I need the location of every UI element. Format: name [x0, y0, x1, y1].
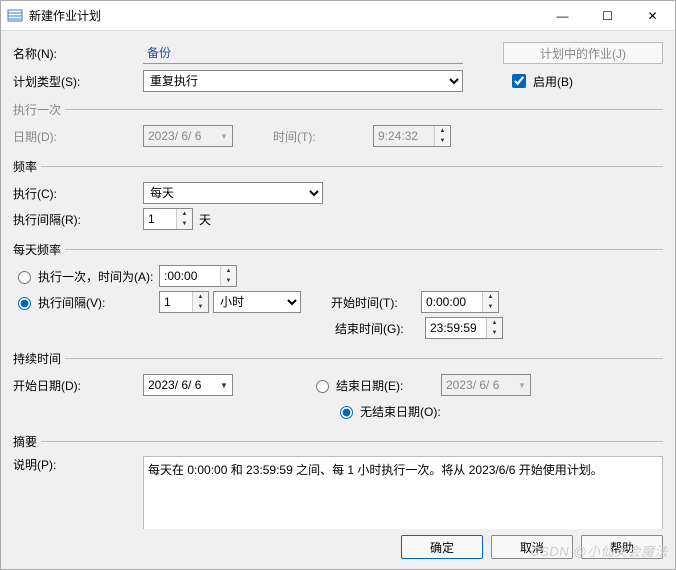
- spin-down-icon: ▼: [435, 136, 450, 146]
- spin-down-icon[interactable]: ▼: [177, 219, 192, 229]
- once-group: 执行一次 日期(D): ▼ 时间(T): ▲▼: [13, 101, 663, 150]
- daily-group: 每天频率 执行一次，时间为(A): ▲▼ 执行间隔(V): ▲▼: [13, 241, 663, 342]
- enable-label: 启用(B): [533, 73, 573, 90]
- duration-legend: 持续时间: [13, 350, 65, 367]
- summary-legend: 摘要: [13, 433, 41, 450]
- exec-label: 执行(C):: [13, 185, 143, 202]
- dur-end-picker: ▼: [441, 374, 531, 396]
- freq-legend: 频率: [13, 158, 41, 175]
- name-label: 名称(N):: [13, 45, 143, 62]
- chevron-down-icon: ▼: [216, 126, 232, 146]
- ok-button[interactable]: 确定: [401, 535, 483, 559]
- summary-group: 摘要 说明(P): 每天在 0:00:00 和 23:59:59 之间、每 1 …: [13, 433, 663, 529]
- chevron-down-icon[interactable]: ▼: [216, 375, 232, 395]
- spin-down-icon[interactable]: ▼: [487, 328, 502, 338]
- daily-start-spinner[interactable]: ▲▼: [421, 291, 499, 313]
- app-icon: [7, 8, 23, 24]
- daily-legend: 每天频率: [13, 241, 65, 258]
- once-time-spinner: ▲▼: [373, 125, 451, 147]
- once-date-label: 日期(D):: [13, 128, 143, 145]
- no-end-date-radio[interactable]: 无结束日期(O):: [335, 403, 465, 420]
- spin-up-icon[interactable]: ▲: [193, 292, 208, 302]
- duration-group: 持续时间 开始日期(D): ▼ 结束日期(E): ▼: [13, 350, 663, 425]
- dur-start-picker[interactable]: ▼: [143, 374, 233, 396]
- spin-up-icon: ▲: [435, 126, 450, 136]
- freq-group: 频率 执行(C): 每天 执行间隔(R): ▲▼ 天: [13, 158, 663, 233]
- close-button[interactable]: ✕: [630, 1, 675, 31]
- daily-interval-spinner[interactable]: ▲▼: [159, 291, 209, 313]
- once-time-label: 时间(T):: [273, 128, 343, 145]
- daily-once-radio[interactable]: 执行一次，时间为(A):: [13, 268, 159, 285]
- once-date-picker: ▼: [143, 125, 233, 147]
- name-input[interactable]: [143, 42, 463, 64]
- exec-select[interactable]: 每天: [143, 182, 323, 204]
- desc-text: 每天在 0:00:00 和 23:59:59 之间、每 1 小时执行一次。将从 …: [143, 456, 663, 529]
- spin-up-icon[interactable]: ▲: [483, 292, 498, 302]
- spin-up-icon[interactable]: ▲: [177, 209, 192, 219]
- daily-start-label: 开始时间(T):: [331, 294, 421, 311]
- cancel-button[interactable]: 取消: [491, 535, 573, 559]
- enable-input[interactable]: [512, 74, 526, 88]
- content-area: 名称(N): 计划中的作业(J) 计划类型(S): 重复执行 启用(B) 执行一…: [1, 31, 675, 529]
- freq-interval-spinner[interactable]: ▲▼: [143, 208, 193, 230]
- freq-interval-label: 执行间隔(R):: [13, 211, 143, 228]
- daily-once-time[interactable]: ▲▼: [159, 265, 237, 287]
- window-title: 新建作业计划: [29, 7, 540, 24]
- dialog-window: 新建作业计划 — ☐ ✕ 名称(N): 计划中的作业(J) 计划类型(S): 重…: [0, 0, 676, 570]
- end-date-radio[interactable]: 结束日期(E):: [311, 377, 441, 394]
- once-legend: 执行一次: [13, 101, 65, 118]
- plan-type-select[interactable]: 重复执行: [143, 70, 463, 92]
- plan-type-label: 计划类型(S):: [13, 73, 143, 90]
- minimize-button[interactable]: —: [540, 1, 585, 31]
- desc-label: 说明(P):: [13, 456, 143, 473]
- spin-down-icon[interactable]: ▼: [483, 302, 498, 312]
- chevron-down-icon: ▼: [514, 375, 530, 395]
- button-bar: 确定 取消 帮助: [1, 529, 675, 569]
- daily-end-label: 结束时间(G):: [335, 320, 425, 337]
- spin-up-icon[interactable]: ▲: [487, 318, 502, 328]
- freq-interval-unit: 天: [199, 211, 211, 228]
- daily-interval-unit[interactable]: 小时: [213, 291, 301, 313]
- spin-down-icon[interactable]: ▼: [221, 276, 236, 286]
- enable-checkbox[interactable]: 启用(B): [508, 71, 573, 91]
- titlebar: 新建作业计划 — ☐ ✕: [1, 1, 675, 31]
- dur-start-label: 开始日期(D):: [13, 377, 143, 394]
- daily-end-spinner[interactable]: ▲▼: [425, 317, 503, 339]
- maximize-button[interactable]: ☐: [585, 1, 630, 31]
- spin-up-icon[interactable]: ▲: [221, 266, 236, 276]
- help-button[interactable]: 帮助: [581, 535, 663, 559]
- jobs-button[interactable]: 计划中的作业(J): [503, 42, 663, 64]
- spin-down-icon[interactable]: ▼: [193, 302, 208, 312]
- daily-interval-radio[interactable]: 执行间隔(V):: [13, 294, 159, 311]
